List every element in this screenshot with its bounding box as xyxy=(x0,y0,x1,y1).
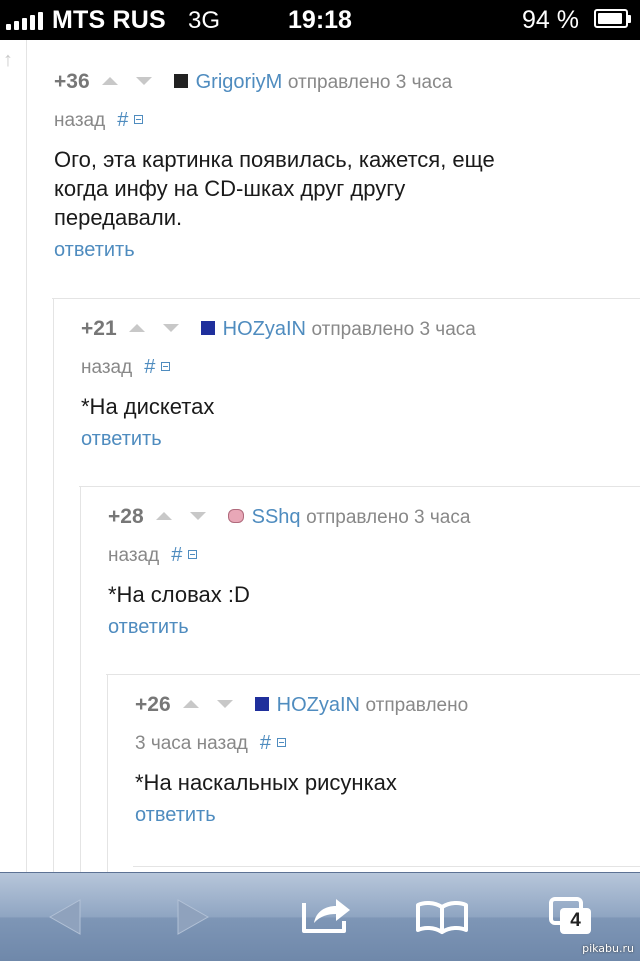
posted-time: отправлено 3 часа xyxy=(306,507,471,528)
rating: +26 xyxy=(135,693,171,716)
username-link[interactable]: GrigoriyM xyxy=(196,71,283,93)
permalink[interactable]: # xyxy=(260,732,271,754)
tabs-count: 4 xyxy=(570,910,581,931)
comment: +36 GrigoriyM отправлено 3 часа назад # Ог… xyxy=(54,63,624,264)
share-icon[interactable] xyxy=(298,873,354,961)
comment-text-line: *На наскальных рисунках xyxy=(135,770,397,795)
comment: +26 HOZyaIN отправлено 3 часа назад # *На … xyxy=(135,686,635,829)
watermark: pikabu.ru xyxy=(582,942,634,955)
comment: +28 SShq отправлено 3 часа назад # *На сло… xyxy=(108,498,633,641)
comment-meta-line2: 3 часа назад # xyxy=(135,724,635,762)
comment-text: *На словах :D xyxy=(108,580,633,609)
comment-text-line: передавали. xyxy=(54,205,183,230)
comment-meta: +21 HOZyaIN отправлено 3 часа xyxy=(81,310,631,348)
divider xyxy=(52,298,640,299)
bookmarks-icon[interactable] xyxy=(414,873,470,961)
posted-time-cont: 3 часа назад xyxy=(135,733,248,754)
comment-text-line: когда инфу на CD-шках друг другу xyxy=(54,176,406,201)
comment-text: Ого, эта картинка появилась, кажется, ещ… xyxy=(54,145,624,232)
reply-link[interactable]: ответить xyxy=(54,236,135,264)
divider xyxy=(79,486,640,487)
posted-time-cont: назад xyxy=(108,545,160,566)
permalink[interactable]: # xyxy=(117,109,128,131)
reply-link[interactable]: ответить xyxy=(81,425,162,453)
browser-toolbar: 4 pikabu.ru xyxy=(0,872,640,961)
divider xyxy=(106,674,640,675)
rating: +36 xyxy=(54,70,90,93)
permalink[interactable]: # xyxy=(171,544,182,566)
avatar xyxy=(173,73,188,88)
downvote-icon[interactable] xyxy=(216,699,233,708)
comment-meta-line2: назад # xyxy=(108,536,633,574)
downvote-icon[interactable] xyxy=(135,76,152,85)
posted-time: отправлено 3 часа xyxy=(287,72,453,93)
thread-line xyxy=(53,298,54,872)
upvote-icon[interactable] xyxy=(128,323,145,332)
status-bar: MTS RUS 3G 19:18 94 % xyxy=(0,0,640,40)
avatar xyxy=(254,696,269,711)
comment-text-line: *На дискетах xyxy=(81,394,215,419)
thread-line xyxy=(26,40,27,872)
battery-icon xyxy=(594,9,631,28)
upvote-icon[interactable] xyxy=(101,76,118,85)
rating: +21 xyxy=(81,317,117,340)
comment-meta: +26 HOZyaIN отправлено xyxy=(135,686,635,724)
back-arrow-icon[interactable] xyxy=(40,873,90,961)
posted-time: отправлено 3 часа xyxy=(311,319,476,340)
comment: +21 HOZyaIN отправлено 3 часа назад # *На … xyxy=(81,310,631,453)
reply-link[interactable]: ответить xyxy=(135,801,216,829)
posted-time-cont: назад xyxy=(81,357,133,378)
comment-text: *На дискетах xyxy=(81,392,631,421)
battery-percentage: 94 % xyxy=(522,6,579,34)
collapse-icon[interactable] xyxy=(134,114,144,124)
comment-meta: +28 SShq отправлено 3 часа xyxy=(108,498,633,536)
comments-page[interactable]: ↑ +36 GrigoriyM отправлено 3 часа назад # … xyxy=(0,40,640,872)
rating: +28 xyxy=(108,505,144,528)
reply-link[interactable]: ответить xyxy=(108,613,189,641)
comment-meta-line2: назад # xyxy=(81,348,631,386)
thread-line xyxy=(107,674,108,872)
posted-time-cont: назад xyxy=(54,110,106,131)
comment-text-line: *На словах :D xyxy=(108,582,250,607)
collapse-icon[interactable] xyxy=(188,549,198,559)
permalink[interactable]: # xyxy=(144,356,155,378)
collapse-icon[interactable] xyxy=(161,361,171,371)
downvote-icon[interactable] xyxy=(162,323,179,332)
avatar xyxy=(200,320,215,335)
comment-text-line: Ого, эта картинка появилась, кажется, ещ… xyxy=(54,147,495,172)
comment-meta: +36 GrigoriyM отправлено 3 часа xyxy=(54,63,624,101)
posted-time: отправлено xyxy=(365,695,469,716)
username-link[interactable]: HOZyaIN xyxy=(223,318,306,340)
divider xyxy=(133,866,640,867)
upvote-icon[interactable] xyxy=(155,511,172,520)
upvote-icon[interactable] xyxy=(182,699,199,708)
username-link[interactable]: SShq xyxy=(252,506,301,528)
downvote-icon[interactable] xyxy=(189,511,206,520)
pig-avatar-icon xyxy=(227,508,244,523)
username-link[interactable]: HOZyaIN xyxy=(277,694,360,716)
scroll-up-icon: ↑ xyxy=(3,49,13,71)
collapse-icon[interactable] xyxy=(277,737,286,747)
thread-line xyxy=(80,486,81,872)
comment-text: *На наскальных рисунках xyxy=(135,768,635,797)
comment-meta-line2: назад # xyxy=(54,101,624,139)
forward-arrow-icon[interactable] xyxy=(168,873,218,961)
battery-fill xyxy=(598,13,622,24)
